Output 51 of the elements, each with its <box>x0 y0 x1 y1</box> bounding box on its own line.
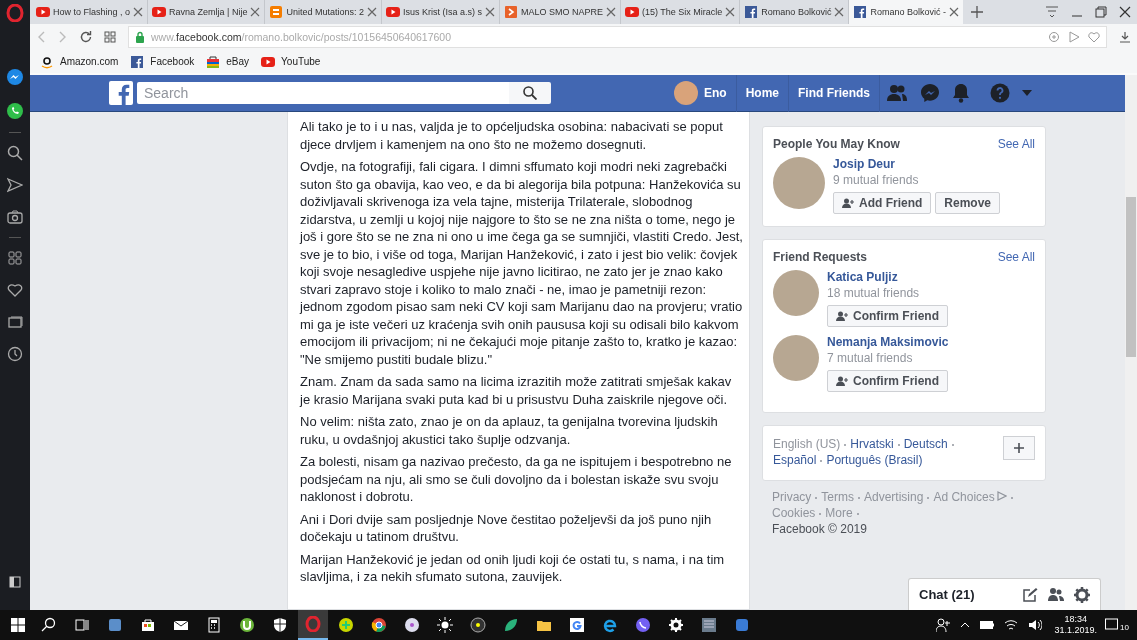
tab-title: (15) The Six Miracle <box>642 7 723 17</box>
tab-title: Romano Bolković - <box>870 7 946 17</box>
see-all-link[interactable]: See All <box>997 250 1035 264</box>
bookmark-link[interactable]: eBay <box>206 54 250 69</box>
notification-count: 10 <box>1120 623 1129 632</box>
post-paragraph: No velim: ništa zato, znao je on da aplauz, ta genijalna tvorevina ljudskih ruku, u ovdašnjoj akustici tako šuplje odzvanja. <box>300 413 719 448</box>
card-title: People You May Know <box>773 137 900 151</box>
url-text: www.facebook.com/romano.bolkovic/posts/10156450640617600 <box>151 31 452 43</box>
profile-link[interactable]: Eno <box>665 75 737 112</box>
bookmark-link[interactable]: Amazon.com <box>40 54 119 69</box>
language-link[interactable]: Português (Brasil) <box>826 453 923 467</box>
tab-title: Romano Bolković <box>761 7 832 17</box>
add-friend-button[interactable]: Add Friend <box>833 192 932 214</box>
chat-label: Chat (21) <box>919 587 975 602</box>
card-title: Friend Requests <box>773 250 868 264</box>
mutual-friends-text: 7 mutual friends <box>827 351 914 365</box>
person-name-link[interactable]: Nemanja Maksimovic <box>827 335 949 349</box>
nav-link[interactable]: Home <box>736 75 789 112</box>
mutual-friends-text: 18 mutual friends <box>827 286 921 300</box>
tab-title: Isus Krist (Isa a.s) s <box>402 7 482 17</box>
post-paragraph: Znam. Znam da sada samo na licima izrazitih može zatitrati smješak kakav je krasio Marijana svaki puta kad bi u prisustvu Duha zaiskrile njegove oči. <box>300 373 733 408</box>
mutual-friends-text: 9 mutual friends <box>833 173 920 187</box>
bookmark-link[interactable]: Facebook <box>130 54 195 69</box>
post-paragraph: Za bolesti, nisam ga nazivao prečesto, da ga ne ispitujem i bespotrebno ne podsjećam na nju, ali smo se čuli dovoljno da i bolestan iskaže svu svoju naklonost i dobrotu. <box>300 453 733 506</box>
tab-title: United Mutations: 2 <box>286 7 364 17</box>
search-field[interactable]: Search <box>137 82 509 104</box>
clock-time: 18:34 <box>1063 614 1089 625</box>
person-name-link[interactable]: Katica Puljiz <box>827 270 948 284</box>
address-field[interactable]: www.facebook.com/romano.bolkovic/posts/10156450640617600 <box>128 26 1107 48</box>
browser-tab[interactable]: Romano Bolković - <box>849 0 963 24</box>
person-name-link[interactable]: Josip Deur <box>833 157 1000 171</box>
bookmark-link[interactable]: YouTube <box>261 54 321 69</box>
notifications-button[interactable]: 10 <box>1105 618 1129 632</box>
post-paragraph: Ovdje, na fotografiji, fali cigara. I dimni sffumato koji modri neki zagrebački suton što ga obavija, kao veo, e da bi alegorija bila potpuna: Hanžekovića su doživljavali skrivenoga iza vela tajne, misterija Trilaterale, slobodnog zidarstva, u zemlji u kojoj nije najgore to što se ne zna ništa o tome, nego je još i gore što se ne zna ni ono u ime čega ga se sumnjiči, vlastiti Credo. Jest, sve je to bio, i više od toga, Marijan Hanžeković, i zato i jest bio velik: čovjek koji svoje nesagledive uspjehe nije javno licitirao, ne zato jer je znao kako stvari zapravo stoje i koliko to malo znači - ne, imao je pametniji rezon: jednom zgodom pisao sam neki CV koji sam Marijanu dao na provjeru; vratio mi ga je iste večeri uz kraćenja svih onih paususa koji su odisali bilo kakvom emocijom ili privacijom; ni ne čekajući moje pitanje zašto to, kratko je kazao: "Ne smijemo pustiti budale blizu." <box>300 158 744 368</box>
post-paragraph: Ani i Dori dvije sam posljednje Nove čestitao poželjevši da još puno njih dočekaju u tatinom društvu. <box>300 510 713 546</box>
tab-title: How to Flashing , o <box>53 7 131 17</box>
see-all-link[interactable]: See All <box>997 137 1035 151</box>
language-link[interactable]: Deutsch <box>903 437 948 451</box>
copyright-text: Facebook © 2019 <box>772 521 868 537</box>
add-friend-button[interactable]: Confirm Friend <box>827 305 948 327</box>
remove-button[interactable]: Remove <box>935 192 1000 214</box>
chat-bar[interactable]: Chat (21) <box>908 578 1101 610</box>
post-paragraph: Marijan Hanžeković je jedan od onih ljudi koji će ostati tu, s nama, i na tim slavljima, i za nekih sfumato sutona, zauvijek. <box>300 550 726 586</box>
nav-link[interactable]: Find Friends <box>789 75 880 112</box>
language-link[interactable]: Español <box>773 453 817 467</box>
clock-date: 31.1.2019. <box>1054 625 1098 636</box>
add-friend-button[interactable]: Confirm Friend <box>827 370 948 392</box>
post-paragraph: Ali tako je to i u nas, valjda je to općeljudska osobina: nabacivati se poput djece drvljem i kamenjem na ono što ne možemo dosegnuti. <box>300 118 724 153</box>
language-link[interactable]: Hrvatski <box>850 437 894 451</box>
tab-title: MALO SMO NAPRE <box>521 7 603 17</box>
tab-title: Ravna Zemlja | Nije <box>169 7 248 17</box>
